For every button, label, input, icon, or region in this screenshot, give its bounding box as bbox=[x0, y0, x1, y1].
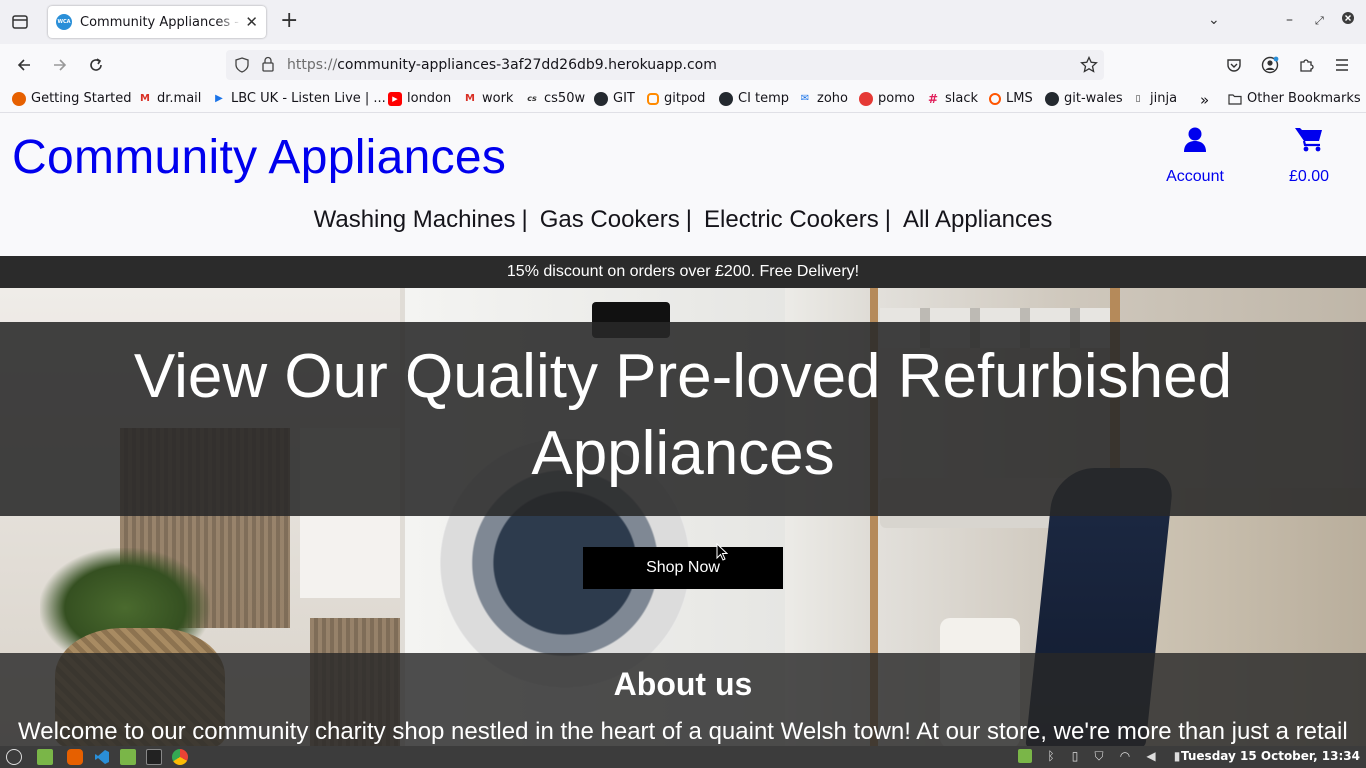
bookmark-getting-started[interactable]: Getting Started bbox=[12, 91, 132, 106]
bookmarks-overflow-icon[interactable]: » bbox=[1200, 91, 1209, 109]
about-title: About us bbox=[613, 666, 753, 702]
close-tab-icon[interactable]: ✕ bbox=[245, 13, 258, 31]
tab-bar: WCA Community Appliances - home ✕ + ⌄ – … bbox=[0, 0, 1366, 44]
category-nav: Washing Machines | Gas Cookers | Electric Co… bbox=[0, 206, 1366, 234]
clock[interactable]: Tuesday 15 October, 13:34 bbox=[1181, 749, 1360, 763]
web-page: Community Appliances Account £0.00 Washi… bbox=[0, 114, 1366, 746]
zoho-icon: ✉ bbox=[800, 93, 810, 104]
lbc-icon: ▶ bbox=[215, 93, 223, 104]
bookmark-zoho[interactable]: ✉ zoho bbox=[798, 91, 848, 106]
jinja-icon: ▯ bbox=[1135, 93, 1141, 104]
chrome-icon[interactable] bbox=[172, 749, 188, 765]
start-menu-icon[interactable] bbox=[6, 749, 22, 765]
folder-icon bbox=[1228, 92, 1242, 106]
shopping-cart-icon bbox=[1280, 126, 1338, 156]
volume-icon[interactable]: ◀ bbox=[1144, 749, 1158, 763]
nav-separator: | bbox=[884, 206, 891, 233]
mouse-cursor-icon bbox=[716, 543, 728, 561]
reload-icon[interactable] bbox=[84, 53, 108, 77]
firefox-icon bbox=[12, 91, 26, 106]
github-icon bbox=[1045, 91, 1059, 106]
bookmarks-toolbar: Getting Started Mdr.mail ▶ LBC UK - Liste… bbox=[0, 86, 1366, 113]
promo-banner: 15% discount on orders over £200. Free D… bbox=[0, 256, 1366, 288]
lock-icon[interactable] bbox=[261, 56, 275, 76]
extensions-icon[interactable] bbox=[1294, 53, 1318, 77]
about-text: Welcome to our community charity shop ne… bbox=[18, 718, 1348, 745]
bookmark-dr-mail[interactable]: Mdr.mail bbox=[138, 91, 201, 106]
nav-separator: | bbox=[521, 206, 528, 233]
bookmark-jinja[interactable]: ▯ jinja bbox=[1131, 91, 1178, 106]
navigation-toolbar: https://community-appliances-3af27dd26db… bbox=[0, 44, 1366, 86]
nav-electric-cookers[interactable]: Electric Cookers bbox=[704, 206, 879, 233]
bookmark-gitpod[interactable]: gitpod bbox=[647, 91, 705, 106]
account-label: Account bbox=[1166, 168, 1224, 185]
os-taskbar: ᛒ ▯ ⛉ ◠ ◀ ▮ Tuesday 15 October, 13:34 bbox=[0, 746, 1366, 768]
github-icon bbox=[719, 91, 733, 106]
firefox-icon[interactable] bbox=[67, 749, 83, 765]
hero-section: View Our Quality Pre-loved Refurbished A… bbox=[0, 288, 1366, 746]
site-logo-link[interactable]: Community Appliances bbox=[12, 130, 506, 185]
cart-total: £0.00 bbox=[1288, 168, 1330, 185]
bookmark-cs50w[interactable]: cs cs50w bbox=[525, 91, 585, 106]
site-header: Community Appliances Account £0.00 Washi… bbox=[0, 114, 1366, 256]
new-tab-icon[interactable]: + bbox=[280, 10, 298, 32]
bookmark-git[interactable]: GIT bbox=[594, 91, 635, 106]
account-profile-icon[interactable] bbox=[1258, 53, 1282, 77]
nav-separator: | bbox=[685, 206, 692, 233]
other-bookmarks[interactable]: Other Bookmarks bbox=[1228, 91, 1361, 106]
firefox-view-icon[interactable] bbox=[8, 11, 32, 33]
github-icon bbox=[594, 91, 608, 106]
youtube-icon: ▶ bbox=[388, 91, 402, 106]
bookmark-work[interactable]: Mwork bbox=[463, 91, 513, 106]
pocket-icon[interactable] bbox=[1222, 53, 1246, 77]
maximize-icon[interactable]: ⤢ bbox=[1315, 14, 1324, 28]
gmail-icon: M bbox=[465, 93, 475, 104]
nav-all-appliances[interactable]: All Appliances bbox=[903, 206, 1052, 233]
close-window-icon[interactable] bbox=[1342, 12, 1354, 28]
bookmark-pomo[interactable]: pomo bbox=[859, 91, 915, 106]
gmail-icon: M bbox=[140, 93, 150, 104]
slack-icon: # bbox=[927, 91, 939, 106]
bookmark-london[interactable]: ▶ london bbox=[388, 91, 451, 106]
clipboard-icon[interactable]: ▯ bbox=[1068, 749, 1082, 763]
files-icon[interactable] bbox=[120, 749, 136, 765]
hero-title: View Our Quality Pre-loved Refurbished A… bbox=[133, 342, 1233, 488]
bookmark-star-icon[interactable] bbox=[1080, 55, 1098, 78]
cs50-icon: cs bbox=[527, 94, 537, 103]
wifi-icon[interactable]: ◠ bbox=[1118, 749, 1132, 763]
tomato-icon bbox=[859, 91, 873, 106]
shop-now-button[interactable]: Shop Now bbox=[583, 547, 783, 589]
account-link[interactable]: Account bbox=[1160, 126, 1230, 186]
list-all-tabs-icon[interactable]: ⌄ bbox=[1208, 12, 1220, 28]
nav-washing-machines[interactable]: Washing Machines bbox=[314, 206, 516, 233]
forward-icon[interactable] bbox=[48, 53, 72, 77]
nav-gas-cookers[interactable]: Gas Cookers bbox=[540, 206, 680, 233]
menu-icon[interactable] bbox=[1330, 53, 1354, 77]
tray-files-icon[interactable] bbox=[1018, 749, 1032, 763]
terminal-icon[interactable] bbox=[146, 749, 162, 765]
tab-title: Community Appliances - home bbox=[80, 14, 241, 30]
site-favicon-icon: WCA bbox=[56, 14, 72, 30]
bookmark-lbc[interactable]: ▶ LBC UK - Listen Live | ... bbox=[212, 91, 386, 106]
cart-link[interactable]: £0.00 bbox=[1280, 126, 1338, 186]
tracking-protection-icon[interactable] bbox=[234, 57, 250, 77]
url-bar[interactable]: https://community-appliances-3af27dd26db… bbox=[226, 50, 1104, 80]
bluetooth-icon[interactable]: ᛒ bbox=[1044, 749, 1058, 763]
gitpod-icon bbox=[647, 92, 659, 105]
bookmark-ci-temp[interactable]: CI temp bbox=[719, 91, 789, 106]
minimize-icon[interactable]: – bbox=[1286, 12, 1293, 28]
bookmark-git-wales[interactable]: git-wales bbox=[1045, 91, 1123, 106]
user-icon bbox=[1160, 126, 1230, 156]
url-text[interactable]: https://community-appliances-3af27dd26db… bbox=[287, 57, 717, 73]
bookmark-slack[interactable]: # slack bbox=[926, 91, 978, 106]
vscode-icon[interactable] bbox=[94, 749, 110, 765]
lms-icon bbox=[989, 92, 1001, 105]
back-icon[interactable] bbox=[12, 53, 36, 77]
shield-icon[interactable]: ⛉ bbox=[1092, 749, 1106, 763]
bookmark-lms[interactable]: LMS bbox=[989, 91, 1033, 106]
browser-tab-active[interactable]: WCA Community Appliances - home ✕ bbox=[48, 6, 266, 38]
show-desktop-icon[interactable] bbox=[37, 749, 53, 765]
